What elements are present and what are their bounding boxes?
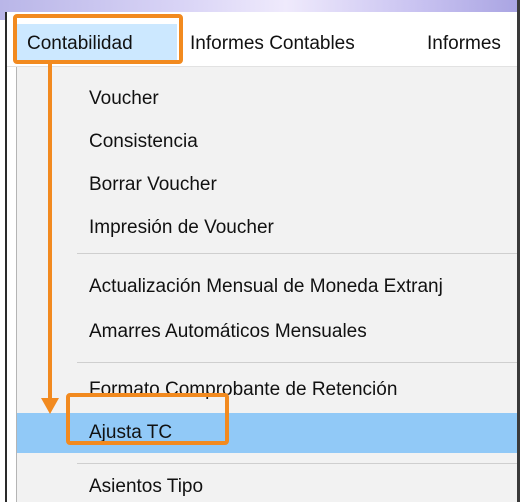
annotation-arrowhead — [41, 398, 59, 414]
annotation-arrow — [41, 64, 59, 414]
screenshot-frame: Contabilidad Informes Contables Informes… — [0, 0, 520, 502]
